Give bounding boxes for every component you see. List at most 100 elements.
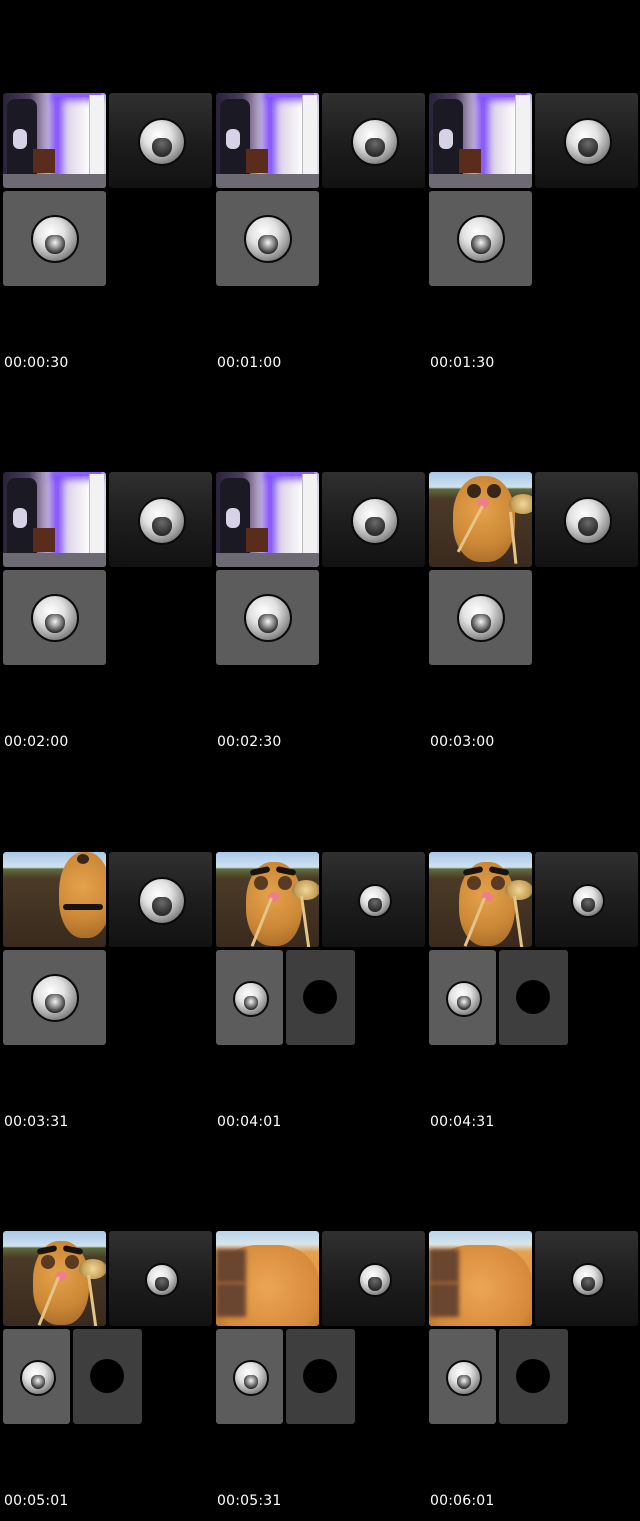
dark-participant-tile — [322, 93, 425, 188]
main-video-tile — [216, 472, 319, 567]
dresser-shape — [246, 149, 268, 173]
dark-participant-tile — [109, 472, 212, 567]
main-video-tile — [3, 1231, 106, 1326]
potato-mouth — [63, 904, 103, 910]
cat-avatar — [457, 594, 505, 642]
timestamp-label: 00:06:01 — [430, 1493, 495, 1509]
gray-participant-tile — [3, 950, 106, 1045]
potato-eye — [491, 876, 505, 890]
potato-eye — [41, 1255, 55, 1269]
drumstick — [87, 1274, 98, 1326]
empty-participant-tile — [286, 950, 355, 1045]
main-video-tile — [3, 93, 106, 188]
potato-eye — [77, 854, 89, 864]
gray-participant-tile — [3, 191, 106, 286]
black-avatar-circle — [90, 1359, 124, 1393]
gray-participant-tile — [3, 570, 106, 665]
potato-eye — [429, 1283, 459, 1317]
cat-avatar — [446, 1360, 482, 1396]
gray-participant-tile — [3, 1329, 70, 1424]
cat-avatar — [233, 1360, 269, 1396]
potato-eye — [467, 484, 481, 498]
dark-participant-tile — [322, 852, 425, 947]
cymbal-shape — [292, 880, 319, 900]
empty-participant-tile — [499, 950, 568, 1045]
gray-participant-tile — [429, 191, 532, 286]
timestamp-label: 00:05:31 — [217, 1493, 282, 1509]
empty-participant-tile — [499, 1329, 568, 1424]
gray-participant-tile — [216, 1329, 283, 1424]
dark-participant-tile — [109, 93, 212, 188]
cat-avatar — [31, 215, 79, 263]
potato-eye — [216, 1283, 246, 1317]
black-avatar-circle — [303, 1359, 337, 1393]
dresser-shape — [459, 149, 481, 173]
timestamp-label: 00:01:30 — [430, 355, 495, 371]
dresser-shape — [246, 528, 268, 552]
timestamp-label: 00:00:30 — [4, 355, 69, 371]
main-video-tile — [429, 1231, 532, 1326]
participant-avatar — [564, 118, 612, 166]
timestamp-label: 00:03:00 — [430, 734, 495, 750]
gray-participant-tile — [216, 191, 319, 286]
participant-avatar — [145, 1263, 179, 1297]
main-video-tile — [216, 852, 319, 947]
cat-avatar — [31, 974, 79, 1022]
cat-avatar — [20, 1360, 56, 1396]
main-video-tile — [3, 852, 106, 947]
thumbnail-cell: 00:05:31 — [216, 1231, 430, 1521]
participant-avatar — [358, 884, 392, 918]
potato-eye — [216, 1249, 246, 1283]
dark-participant-tile — [109, 852, 212, 947]
thumbnail-cell: 00:05:01 — [3, 1231, 217, 1521]
thumbnail-cell: 00:00:30 — [3, 93, 217, 383]
participant-avatar — [351, 497, 399, 545]
gray-participant-tile — [216, 570, 319, 665]
timestamp-label: 00:02:30 — [217, 734, 282, 750]
potato-eye — [487, 484, 501, 498]
dark-participant-tile — [535, 472, 638, 567]
cat-avatar — [457, 215, 505, 263]
thumbnail-cell: 00:01:00 — [216, 93, 430, 383]
main-video-tile — [429, 93, 532, 188]
dresser-shape — [33, 528, 55, 552]
potato-eye — [429, 1249, 459, 1283]
thumbnail-cell: 00:04:01 — [216, 852, 430, 1142]
main-video-tile — [429, 852, 532, 947]
participant-avatar — [358, 1263, 392, 1297]
floor-shape — [3, 553, 106, 567]
potato-body — [453, 476, 515, 562]
potato-eye — [278, 876, 292, 890]
timestamp-label: 00:04:01 — [217, 1114, 282, 1130]
thumbnail-cell: 00:04:31 — [429, 852, 640, 1142]
drumstick — [513, 895, 524, 947]
cymbal-shape — [509, 494, 532, 514]
floor-shape — [3, 174, 106, 188]
thumbnail-cell: 00:06:01 — [429, 1231, 640, 1521]
main-video-tile — [216, 1231, 319, 1326]
main-video-tile — [216, 93, 319, 188]
dark-participant-tile — [535, 852, 638, 947]
participant-avatar — [138, 877, 186, 925]
black-avatar-circle — [516, 980, 550, 1014]
empty-participant-tile — [286, 1329, 355, 1424]
floor-shape — [429, 174, 532, 188]
thumbnail-cell: 00:02:00 — [3, 472, 217, 762]
cat-avatar — [446, 981, 482, 1017]
dark-participant-tile — [109, 1231, 212, 1326]
dark-participant-tile — [535, 1231, 638, 1326]
timestamp-label: 00:04:31 — [430, 1114, 495, 1130]
timestamp-label: 00:02:00 — [4, 734, 69, 750]
dark-participant-tile — [535, 93, 638, 188]
participant-avatar — [138, 497, 186, 545]
gray-participant-tile — [429, 950, 496, 1045]
timestamp-label: 00:01:00 — [217, 355, 282, 371]
participant-avatar — [351, 118, 399, 166]
potato-eye — [467, 876, 481, 890]
participant-avatar — [571, 884, 605, 918]
cat-avatar — [31, 594, 79, 642]
participant-avatar — [138, 118, 186, 166]
dark-participant-tile — [322, 472, 425, 567]
floor-shape — [216, 174, 319, 188]
black-avatar-circle — [516, 1359, 550, 1393]
